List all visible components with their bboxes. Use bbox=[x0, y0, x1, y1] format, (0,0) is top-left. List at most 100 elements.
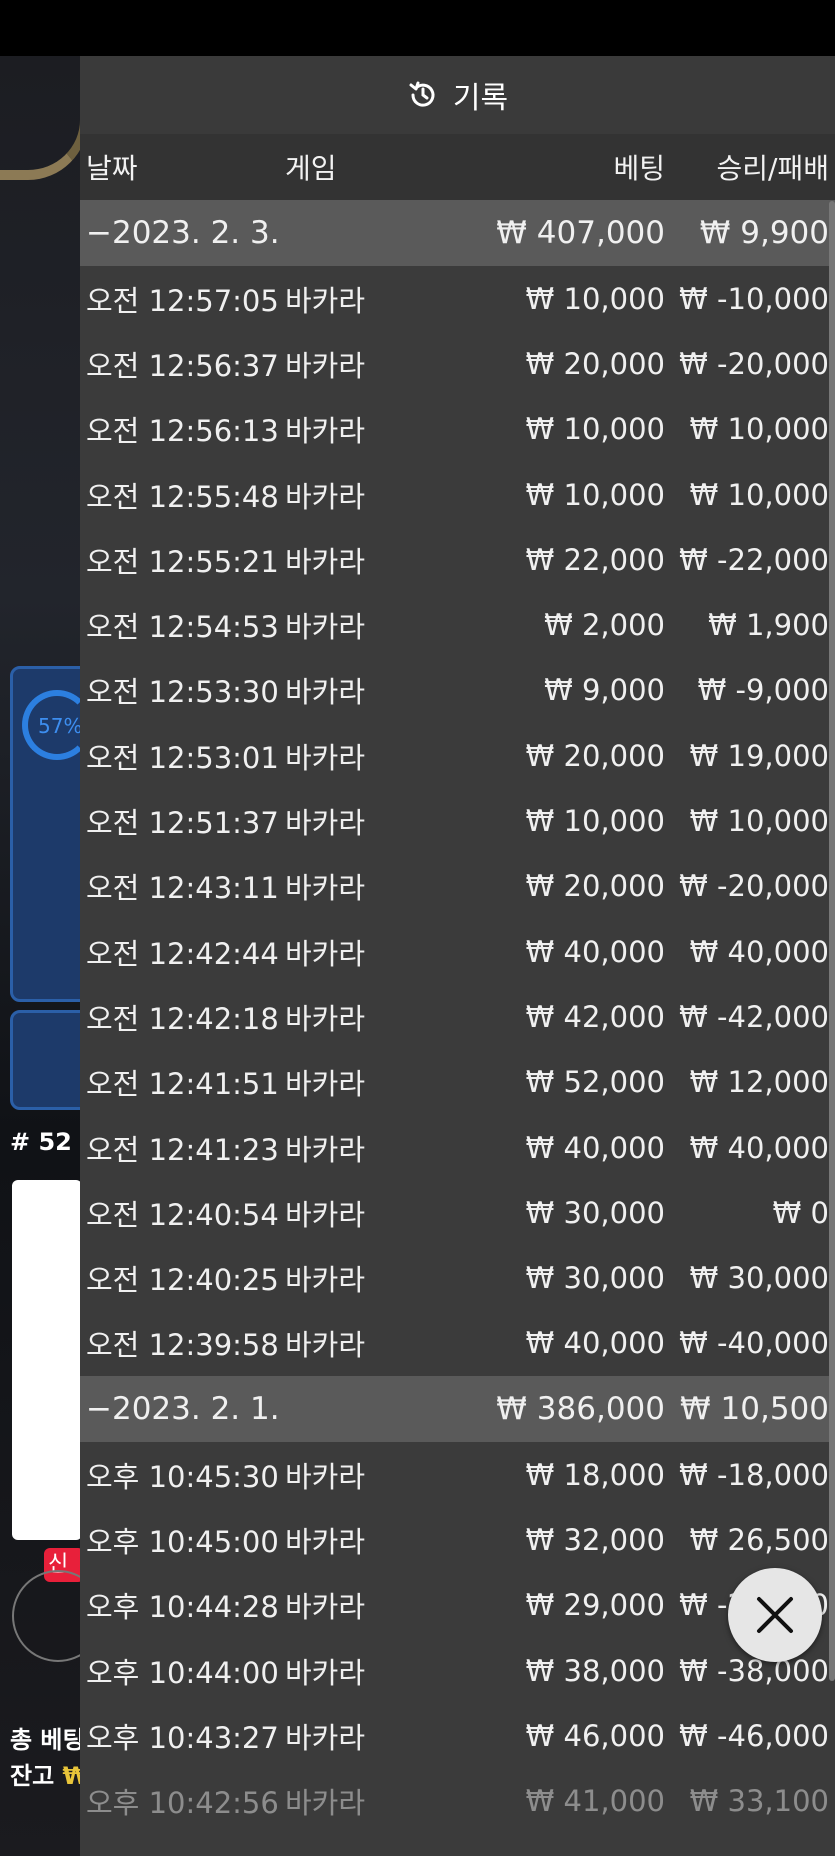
row-game: 바카라 bbox=[285, 1197, 366, 1232]
row-time: 오전 12:54:53 bbox=[86, 610, 279, 645]
history-row[interactable]: 오후 10:44:00 바카라 ₩ 38,000 ₩ -38,000 bbox=[80, 1638, 835, 1703]
panel-title: 기록 bbox=[452, 81, 509, 116]
row-result: ₩ -18,000 bbox=[679, 1457, 829, 1492]
history-row[interactable]: 오후 10:45:00 바카라 ₩ 32,000 ₩ 26,500 bbox=[80, 1507, 835, 1572]
row-game: 바카라 bbox=[285, 544, 366, 579]
history-row[interactable]: 오후 10:45:30 바카라 ₩ 18,000 ₩ -18,000 bbox=[80, 1442, 835, 1507]
row-bet: ₩ 9,000 bbox=[544, 673, 665, 708]
row-bet: ₩ 30,000 bbox=[525, 1195, 665, 1230]
group-total-result: ₩ 9,900 bbox=[699, 215, 829, 251]
row-game: 바카라 bbox=[285, 806, 366, 841]
history-row[interactable]: 오전 12:42:18 바카라 ₩ 42,000 ₩ -42,000 bbox=[80, 984, 835, 1049]
row-time: 오전 12:57:05 bbox=[86, 283, 279, 318]
row-bet: ₩ 2,000 bbox=[544, 608, 665, 643]
row-result: ₩ 10,000 bbox=[689, 804, 829, 839]
history-row[interactable]: 오전 12:55:48 바카라 ₩ 10,000 ₩ 10,000 bbox=[80, 462, 835, 527]
scrollbar[interactable] bbox=[829, 201, 835, 1681]
row-bet: ₩ 10,000 bbox=[525, 412, 665, 447]
history-row[interactable]: 오전 12:51:37 바카라 ₩ 10,000 ₩ 10,000 bbox=[80, 788, 835, 853]
row-game: 바카라 bbox=[285, 871, 366, 906]
history-row[interactable]: 오전 12:57:05 바카라 ₩ 10,000 ₩ -10,000 bbox=[80, 266, 835, 331]
row-time: 오전 12:40:54 bbox=[86, 1197, 279, 1232]
row-result: ₩ 1,900 bbox=[708, 608, 829, 643]
history-row[interactable]: 오전 12:40:25 바카라 ₩ 30,000 ₩ 30,000 bbox=[80, 1245, 835, 1310]
row-result: ₩ 19,000 bbox=[689, 738, 829, 773]
row-bet: ₩ 10,000 bbox=[525, 281, 665, 316]
row-bet: ₩ 20,000 bbox=[525, 869, 665, 904]
history-row[interactable]: 오후 10:43:27 바카라 ₩ 46,000 ₩ -46,000 bbox=[80, 1703, 835, 1768]
history-row[interactable]: 오전 12:56:13 바카라 ₩ 10,000 ₩ 10,000 bbox=[80, 397, 835, 462]
round-number: # 52 bbox=[10, 1128, 72, 1156]
row-bet: ₩ 30,000 bbox=[525, 1261, 665, 1296]
row-result: ₩ -42,000 bbox=[679, 999, 829, 1034]
panel-header: 기록 bbox=[80, 56, 835, 134]
row-bet: ₩ 40,000 bbox=[525, 1130, 665, 1165]
balance-label: 잔고 bbox=[10, 1762, 55, 1790]
date-group-row[interactable]: −2023. 2. 1. ₩ 386,000 ₩ 10,500 bbox=[80, 1376, 835, 1443]
row-bet: ₩ 29,000 bbox=[525, 1588, 665, 1623]
row-time: 오후 10:45:30 bbox=[86, 1459, 279, 1494]
history-row[interactable]: 오전 12:40:54 바카라 ₩ 30,000 ₩ 0 bbox=[80, 1180, 835, 1245]
row-result: ₩ 40,000 bbox=[689, 934, 829, 969]
row-result: ₩ 10,000 bbox=[689, 477, 829, 512]
row-game: 바카라 bbox=[285, 1067, 366, 1102]
row-game: 바카라 bbox=[285, 1655, 366, 1690]
row-time: 오전 12:55:48 bbox=[86, 479, 279, 514]
history-row[interactable]: 오전 12:43:11 바카라 ₩ 20,000 ₩ -20,000 bbox=[80, 854, 835, 919]
row-time: 오후 10:45:00 bbox=[86, 1524, 279, 1559]
row-bet: ₩ 42,000 bbox=[525, 999, 665, 1034]
column-date: 날짜 bbox=[86, 152, 138, 185]
row-time: 오전 12:56:13 bbox=[86, 414, 279, 449]
history-panel: 기록 날짜 게임 베팅 승리/패배 −2023. 2. 3. ₩ 407,000 ₩… bbox=[80, 56, 835, 1856]
row-bet: ₩ 41,000 bbox=[525, 1784, 665, 1819]
history-row[interactable]: 오전 12:39:58 바카라 ₩ 40,000 ₩ -40,000 bbox=[80, 1311, 835, 1376]
group-total-bet: ₩ 386,000 bbox=[496, 1391, 665, 1428]
row-result: ₩ 0 bbox=[772, 1195, 829, 1230]
history-row[interactable]: 오전 12:56:37 바카라 ₩ 20,000 ₩ -20,000 bbox=[80, 331, 835, 396]
history-row[interactable]: 오전 12:55:21 바카라 ₩ 22,000 ₩ -22,000 bbox=[80, 527, 835, 592]
row-time: 오후 10:43:27 bbox=[86, 1720, 279, 1755]
row-game: 바카라 bbox=[285, 1263, 366, 1298]
row-time: 오전 12:55:21 bbox=[86, 544, 279, 579]
row-bet: ₩ 40,000 bbox=[525, 934, 665, 969]
group-total-bet: ₩ 407,000 bbox=[496, 215, 665, 251]
row-time: 오전 12:56:37 bbox=[86, 348, 279, 383]
history-row[interactable]: 오전 12:42:44 바카라 ₩ 40,000 ₩ 40,000 bbox=[80, 919, 835, 984]
history-list: −2023. 2. 3. ₩ 407,000 ₩ 9,900 오전 12:57:05 바… bbox=[80, 200, 835, 1834]
history-icon bbox=[409, 81, 435, 107]
close-icon bbox=[757, 1597, 793, 1633]
status-bar bbox=[0, 0, 835, 56]
row-time: 오전 12:51:37 bbox=[86, 806, 279, 841]
row-result: ₩ -38,000 bbox=[679, 1653, 829, 1688]
row-bet: ₩ 20,000 bbox=[525, 738, 665, 773]
row-time: 오후 10:44:00 bbox=[86, 1655, 279, 1690]
row-result: ₩ -46,000 bbox=[679, 1718, 829, 1753]
row-game: 바카라 bbox=[285, 479, 366, 514]
row-bet: ₩ 22,000 bbox=[525, 542, 665, 577]
row-game: 바카라 bbox=[285, 936, 366, 971]
history-row[interactable]: 오전 12:41:51 바카라 ₩ 52,000 ₩ 12,000 bbox=[80, 1050, 835, 1115]
close-button[interactable] bbox=[728, 1568, 822, 1662]
row-time: 오전 12:40:25 bbox=[86, 1263, 279, 1298]
row-result: ₩ -10,000 bbox=[679, 281, 829, 316]
row-bet: ₩ 10,000 bbox=[525, 477, 665, 512]
history-row[interactable]: 오전 12:53:01 바카라 ₩ 20,000 ₩ 19,000 bbox=[80, 723, 835, 788]
row-result: ₩ 40,000 bbox=[689, 1130, 829, 1165]
row-result: ₩ -20,000 bbox=[679, 346, 829, 381]
row-bet: ₩ 52,000 bbox=[525, 1065, 665, 1100]
date-group-row[interactable]: −2023. 2. 3. ₩ 407,000 ₩ 9,900 bbox=[80, 200, 835, 266]
row-time: 오전 12:41:23 bbox=[86, 1132, 279, 1167]
history-row[interactable]: 오전 12:41:23 바카라 ₩ 40,000 ₩ 40,000 bbox=[80, 1115, 835, 1180]
history-row[interactable]: 오후 10:42:56 바카라 ₩ 41,000 ₩ 33,100 bbox=[80, 1769, 835, 1834]
row-time: 오전 12:53:01 bbox=[86, 740, 279, 775]
row-game: 바카라 bbox=[285, 675, 366, 710]
group-date: −2023. 2. 1. bbox=[86, 1391, 280, 1428]
row-time: 오후 10:44:28 bbox=[86, 1590, 279, 1625]
history-row[interactable]: 오전 12:53:30 바카라 ₩ 9,000 ₩ -9,000 bbox=[80, 658, 835, 723]
row-game: 바카라 bbox=[285, 348, 366, 383]
history-row[interactable]: 오전 12:54:53 바카라 ₩ 2,000 ₩ 1,900 bbox=[80, 592, 835, 657]
row-time: 오전 12:42:44 bbox=[86, 936, 279, 971]
row-bet: ₩ 20,000 bbox=[525, 346, 665, 381]
row-result: ₩ -22,000 bbox=[679, 542, 829, 577]
history-row[interactable]: 오후 10:44:28바카라₩ 29,000₩ -29,000 bbox=[80, 1573, 835, 1638]
